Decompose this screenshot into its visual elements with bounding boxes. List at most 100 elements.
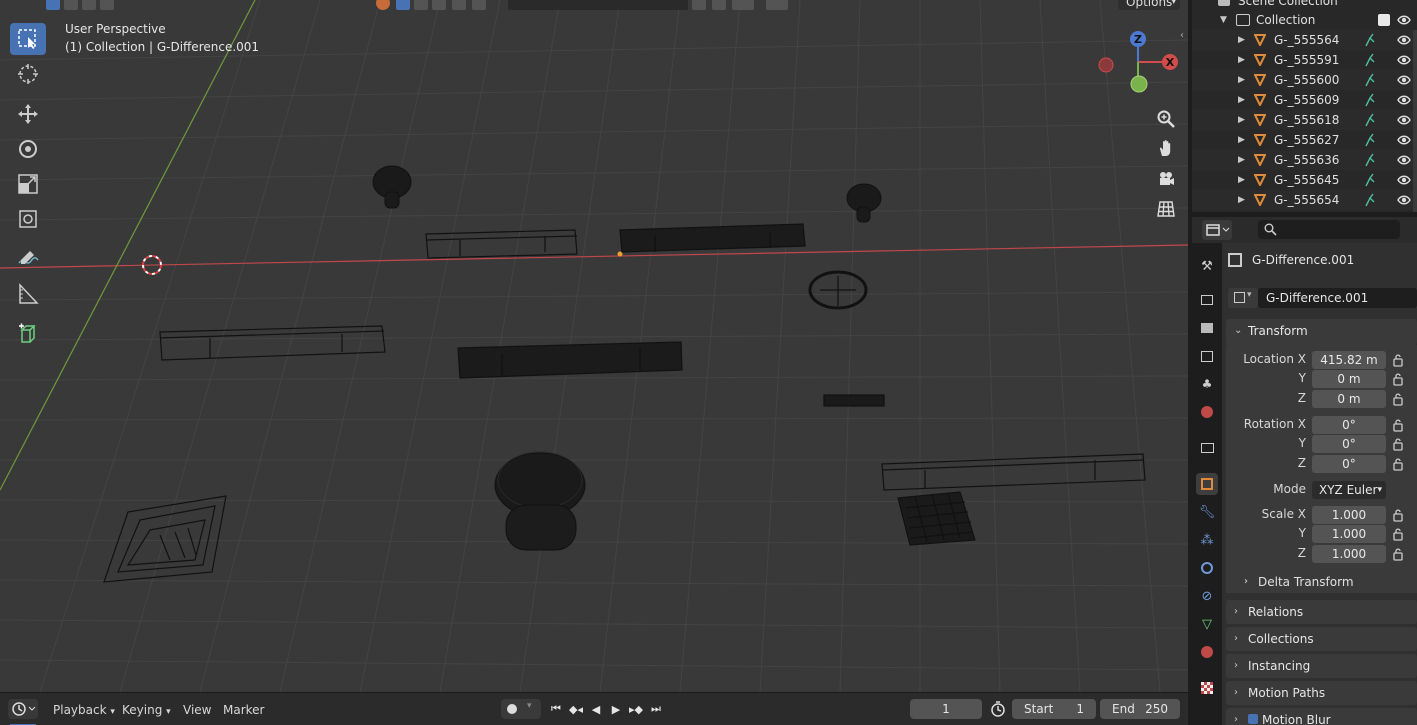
viewport-search-field[interactable] [508,0,688,10]
overlay-toggle-icon[interactable] [766,0,788,10]
eye-icon[interactable] [1397,193,1411,207]
tab-constraints[interactable]: ⊘ [1196,585,1218,607]
lock-icon[interactable] [1392,547,1406,561]
expand-arrow-icon[interactable]: ▶ [1238,170,1245,190]
expand-arrow-icon[interactable]: ▶ [1238,150,1245,170]
rotation-mode-dropdown[interactable]: XYZ Euler ▾ [1312,481,1386,499]
tab-modifiers[interactable]: 🔧︎ [1196,501,1218,523]
current-frame-field[interactable]: 1 [910,699,982,719]
tab-world[interactable] [1196,401,1218,423]
modifier-constraint-icon[interactable] [1364,133,1376,147]
lock-icon[interactable] [1392,353,1406,367]
outliner-object-row[interactable]: ▶ G-_555600 [1192,70,1417,90]
lock-icon[interactable] [1392,372,1406,386]
search-icon[interactable] [494,0,508,10]
shading-options-icon[interactable] [472,0,486,10]
select-extend-icon[interactable] [64,0,78,10]
options-dropdown[interactable]: Options ▾ [1118,0,1180,10]
location-z-field[interactable]: 0 m [1312,390,1386,408]
properties-search-field[interactable] [1258,220,1400,239]
outliner-object-row[interactable]: ▶ G-_555618 [1192,110,1417,130]
scale-y-field[interactable]: 1.000 [1312,525,1386,543]
modifier-constraint-icon[interactable] [1364,53,1376,67]
viewport-scene[interactable] [0,0,1188,692]
sidebar-toggle-icon[interactable]: ‹ [1180,30,1184,41]
eye-icon[interactable] [1397,73,1411,87]
motion-blur-checkbox[interactable] [1248,714,1258,724]
tab-object[interactable] [1196,473,1218,495]
y-axis-handle[interactable] [1130,75,1148,93]
modifier-constraint-icon[interactable] [1364,33,1376,47]
tab-view-layer[interactable] [1196,345,1218,367]
jump-next-key-button[interactable]: ▸◆ [626,699,646,719]
measure-tool[interactable] [10,278,46,310]
transform-tool[interactable] [10,203,46,235]
expand-arrow-icon[interactable]: ▶ [1238,110,1245,130]
outliner-collection-row[interactable]: ▼ Collection [1192,10,1417,30]
keying-menu[interactable]: Keying ▾ [122,700,171,720]
add-cube-tool[interactable] [10,318,46,350]
editor-type-dropdown[interactable] [8,699,38,719]
eye-icon[interactable] [1397,13,1411,27]
lock-icon[interactable] [1392,457,1406,471]
marker-menu[interactable]: Marker [223,700,264,720]
modifier-constraint-icon[interactable] [1364,153,1376,167]
outliner-object-row[interactable]: ▶ G-_555627 [1192,130,1417,150]
tab-scene[interactable]: ♣ [1196,373,1218,395]
transform-panel-header[interactable]: ⌄ Transform [1226,319,1417,345]
gizmo-toggle-icon[interactable] [732,0,754,10]
modifier-constraint-icon[interactable] [1364,73,1376,87]
tab-physics[interactable] [1196,557,1218,579]
tab-tool[interactable]: ⚒ [1196,255,1218,277]
select-box-icon[interactable] [46,0,60,10]
outliner[interactable]: Scene Collection ▼ Collection ▶ G-_555564… [1192,0,1417,212]
move-tool[interactable] [10,98,46,130]
lock-icon[interactable] [1392,527,1406,541]
solid-shading-icon[interactable] [396,0,410,10]
checkbox-icon[interactable] [1378,14,1390,26]
eye-icon[interactable] [1397,133,1411,147]
tab-collection[interactable] [1196,437,1218,459]
auto-keying-toggle[interactable]: ▾ [501,699,541,719]
expand-arrow-icon[interactable]: ▶ [1238,190,1245,210]
scale-x-field[interactable]: 1.000 [1312,506,1386,524]
neg-x-axis-handle[interactable] [1098,57,1114,73]
delta-transform-subpanel[interactable]: › Delta Transform [1236,573,1417,591]
lock-icon[interactable] [1392,508,1406,522]
object-name-field[interactable]: G-Difference.001 [1258,288,1417,308]
outliner-object-row[interactable]: ▶ G-_555654 [1192,190,1417,210]
outliner-object-row[interactable]: ▶ G-_555636 [1192,150,1417,170]
end-frame-field[interactable]: End 250 [1100,699,1180,719]
properties-editor-type[interactable] [1202,220,1232,240]
playback-menu[interactable]: Playback ▾ [53,700,115,720]
tab-texture[interactable] [1196,677,1218,699]
expand-arrow-icon[interactable]: ▶ [1238,130,1245,150]
eye-icon[interactable] [1397,33,1411,47]
motion-blur-panel-header[interactable]: › Motion Blur [1226,708,1417,725]
select-box-tool[interactable] [10,23,46,55]
expand-arrow-icon[interactable]: ▶ [1238,90,1245,110]
bookmark-icon[interactable] [712,0,726,10]
eye-icon[interactable] [1397,153,1411,167]
eye-icon[interactable] [1397,113,1411,127]
view-menu[interactable]: View [183,700,211,720]
expand-arrow-icon[interactable]: ▶ [1238,50,1245,70]
motion-paths-panel-header[interactable]: › Motion Paths [1226,681,1417,705]
relations-panel-header[interactable]: › Relations [1226,600,1417,624]
material-shading-icon[interactable] [414,0,428,10]
start-frame-field[interactable]: Start 1 [1012,699,1096,719]
modifier-constraint-icon[interactable] [1364,113,1376,127]
rotate-tool[interactable] [10,133,46,165]
lock-icon[interactable] [1392,392,1406,406]
lock-icon[interactable] [1392,418,1406,432]
tab-particles[interactable]: ⁂ [1196,529,1218,551]
tab-render[interactable] [1196,289,1218,311]
pan-button[interactable] [1152,134,1180,162]
expand-arrow-icon[interactable]: ▶ [1238,70,1245,90]
outliner-object-row[interactable]: ▶ G-_555609 [1192,90,1417,110]
modifier-constraint-icon[interactable] [1364,193,1376,207]
select-subtract-icon[interactable] [82,0,96,10]
annotate-tool[interactable] [10,243,46,275]
select-invert-icon[interactable] [100,0,114,10]
play-reverse-button[interactable]: ◀ [586,699,606,719]
